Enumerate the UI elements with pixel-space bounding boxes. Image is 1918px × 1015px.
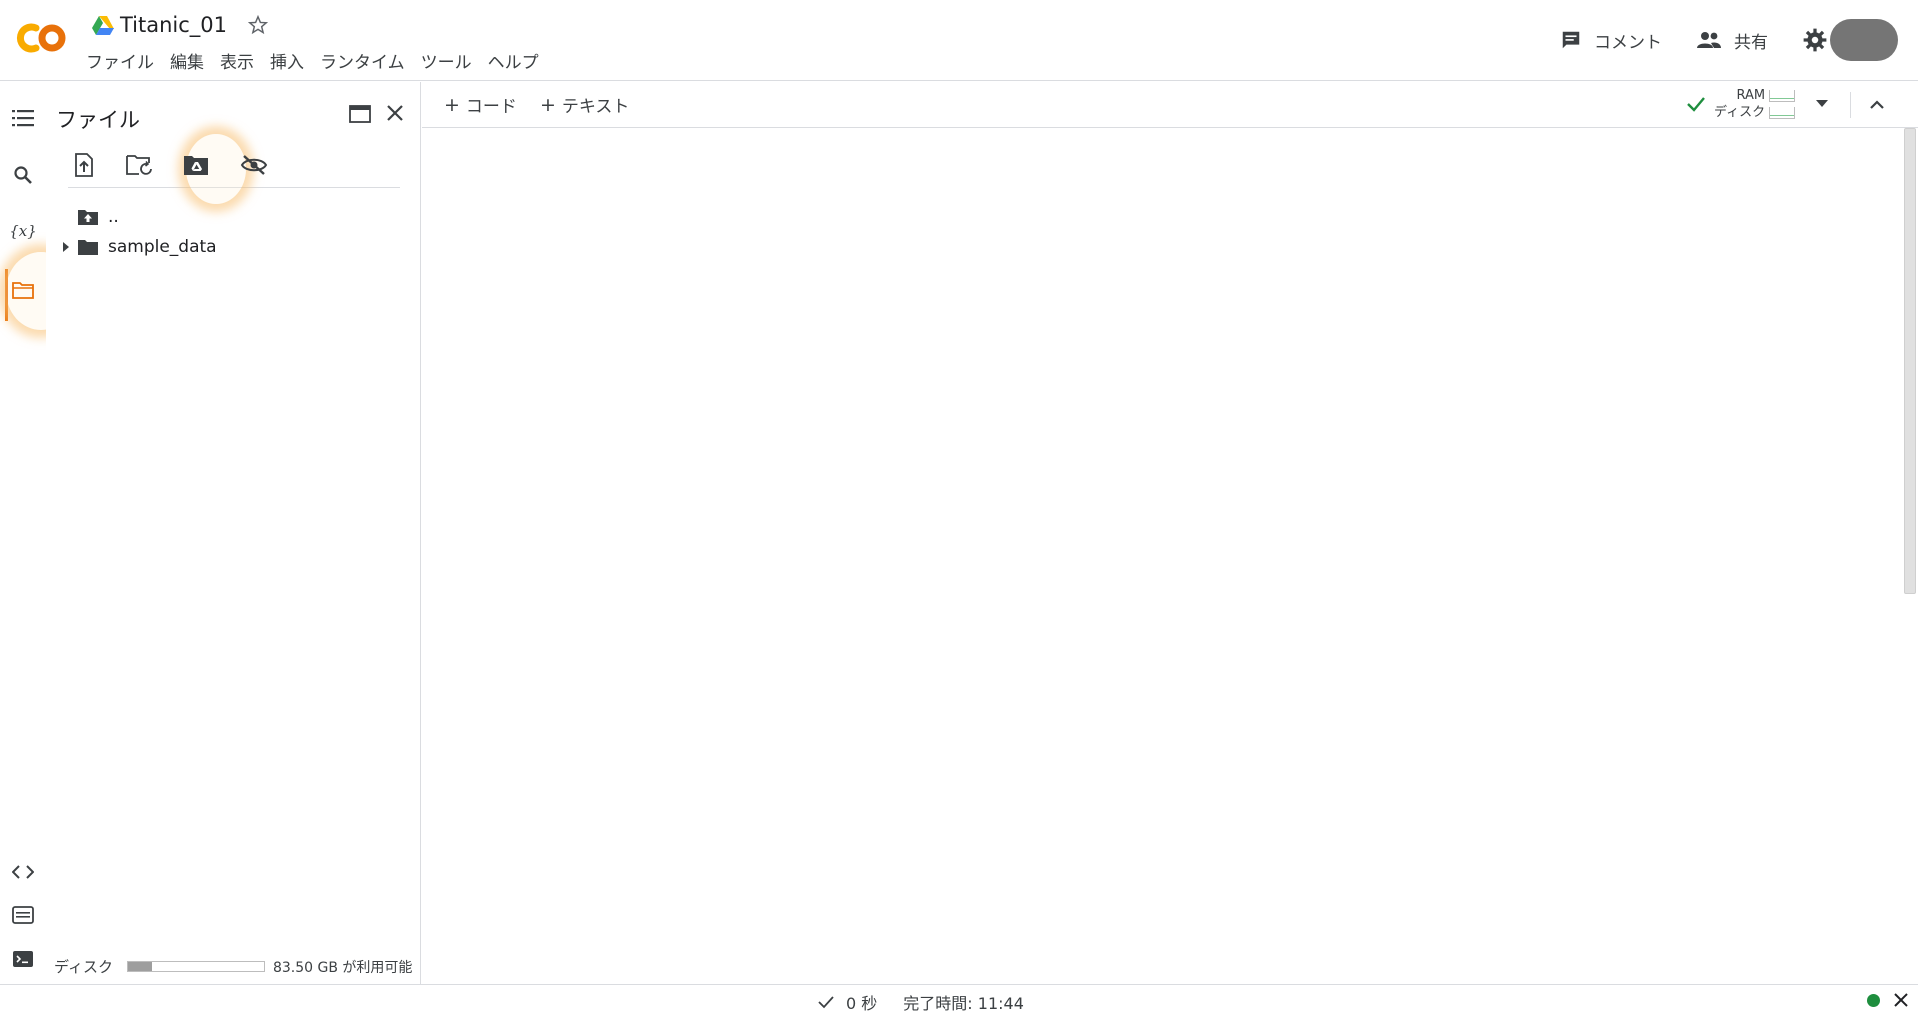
check-icon [1687,97,1705,112]
ram-label: RAM [1736,88,1766,103]
disk-usage-fill [127,962,153,971]
menu-insert[interactable]: 挿入 [270,46,304,75]
disk-usage-bar [126,961,265,972]
tree-item-label: sample_data [108,237,217,257]
header-actions: コメント 共有 [1560,19,1898,61]
execution-status[interactable]: 0 秒 完了時間: 11:44 [816,990,1024,1014]
mount-drive-icon[interactable] [180,150,212,180]
chevron-up-icon[interactable] [1864,92,1890,118]
plus-icon: + [444,93,460,116]
files-panel: ファイル .. sample_data ディスク 83.50 GB が利用可能 [46,82,421,984]
terminal-icon[interactable] [10,946,36,972]
check-icon [818,996,834,1009]
close-icon[interactable] [1892,991,1910,1009]
ram-meter [1769,89,1796,102]
comment-icon [1562,31,1580,49]
list-item[interactable]: .. [56,202,217,232]
variables-icon[interactable]: {x} [10,218,36,244]
tree-item-label: .. [108,207,119,227]
app-header: Titanic_01 ファイル 編集 表示 挿入 ランタイム ツール ヘルプ コ… [0,0,1918,81]
upload-file-icon[interactable] [68,150,100,180]
runtime-resources[interactable]: RAM ディスク [1684,84,1833,124]
add-code-label: コード [465,97,517,117]
share-label: 共有 [1734,32,1768,53]
menu-edit[interactable]: 編集 [170,46,204,75]
table-of-contents-icon[interactable] [10,105,36,131]
add-text-button[interactable]: + テキスト [540,92,630,118]
title-row: Titanic_01 [92,10,269,40]
toolbar-divider [1850,92,1851,118]
connection-status-dot [1867,994,1880,1007]
files-panel-title: ファイル [56,108,140,132]
left-sidebar-rail: {x} [0,82,76,984]
notebook-title[interactable]: Titanic_01 [120,13,227,37]
people-icon [1697,32,1721,48]
execution-duration: 0 秒 [846,994,878,1013]
close-icon[interactable] [380,98,410,128]
menu-file[interactable]: ファイル [86,46,154,75]
colab-logo[interactable] [14,20,70,56]
active-tab-indicator [5,269,8,321]
code-snippets-icon[interactable] [10,859,36,885]
notebook-toolbar: + コード + テキスト RAM ディスク [422,82,1918,128]
completion-time: 完了時間: 11:44 [903,994,1024,1013]
gear-icon[interactable] [1802,27,1828,53]
add-code-button[interactable]: + コード [444,92,517,118]
svg-text:{x}: {x} [10,222,36,240]
files-toolbar [68,134,400,204]
comment-label: コメント [1594,32,1662,53]
folder-icon[interactable] [10,277,36,303]
add-text-label: テキスト [561,97,630,117]
menu-help[interactable]: ヘルプ [488,46,539,75]
notebook-area[interactable] [422,128,1918,984]
folder-icon [76,237,100,257]
google-drive-icon [92,16,114,35]
scrollbar-thumb[interactable] [1904,128,1916,594]
hide-files-icon[interactable] [238,150,270,180]
command-palette-icon[interactable] [10,902,36,928]
plus-icon: + [540,93,556,116]
file-tree: .. sample_data [56,202,217,262]
list-item[interactable]: sample_data [56,232,217,262]
comment-button[interactable]: コメント [1560,28,1662,53]
search-icon[interactable] [10,162,36,188]
account-avatar[interactable] [1830,19,1898,61]
disk-label-toolbar: ディスク [1714,105,1766,120]
menu-runtime[interactable]: ランタイム [320,46,405,75]
menu-view[interactable]: 表示 [220,46,254,75]
star-icon[interactable] [247,14,269,36]
menu-tools[interactable]: ツール [421,46,472,75]
disk-label: ディスク [54,958,113,976]
refresh-folder-icon[interactable] [124,150,156,180]
menu-bar: ファイル 編集 表示 挿入 ランタイム ツール ヘルプ [86,46,555,74]
chevron-down-icon[interactable] [1811,93,1833,115]
disk-meter [1769,106,1796,119]
open-in-window-icon[interactable] [346,100,374,128]
disk-available-text: 83.50 GB が利用可能 [272,959,413,976]
status-bar: 0 秒 完了時間: 11:44 [0,984,1918,1015]
parent-folder-icon [76,207,100,227]
caret-right-icon[interactable] [56,242,76,252]
disk-usage: ディスク 83.50 GB が利用可能 [54,956,412,977]
share-button[interactable]: 共有 [1696,28,1768,53]
